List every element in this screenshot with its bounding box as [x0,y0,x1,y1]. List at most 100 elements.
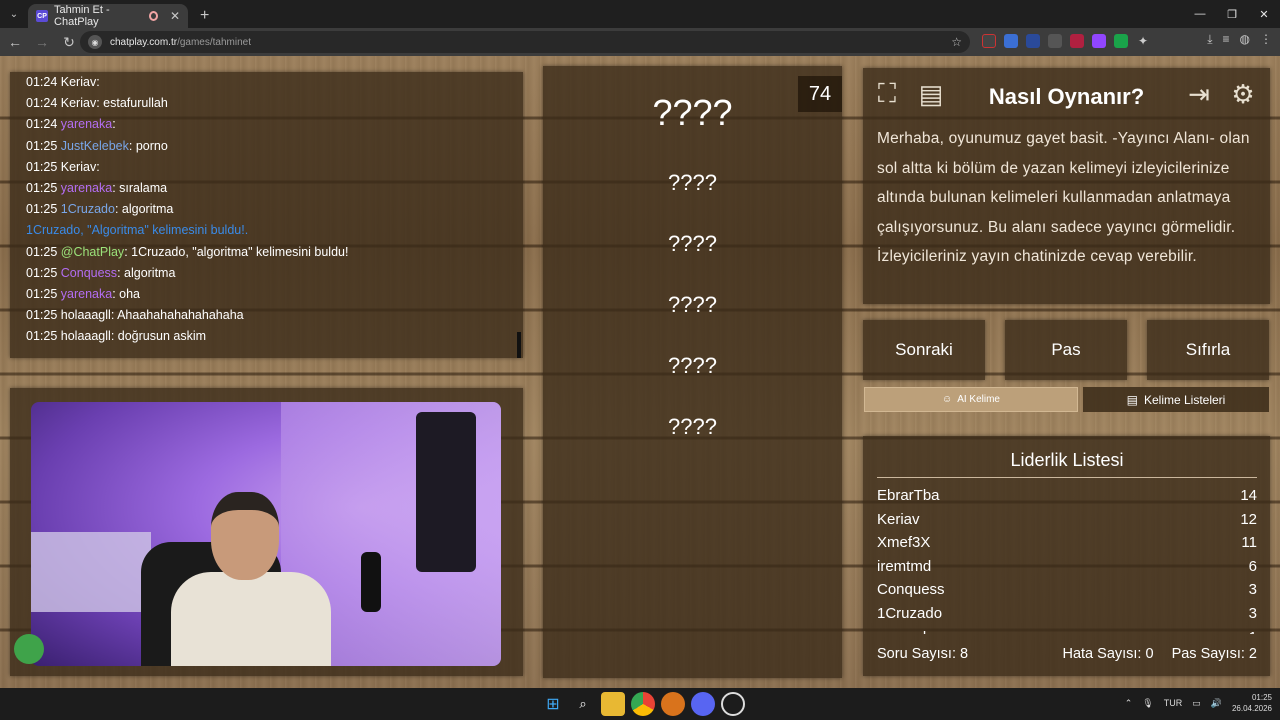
chat-time: 01:25 [26,265,58,280]
word-lists-button[interactable]: ▤ Kelime Listeleri [1083,387,1269,412]
leaderboard-list[interactable]: EbrarTba 14 Keriav 12 Xmef3X 11 iremtmd 6 Conque… [877,484,1257,634]
twitch-icon[interactable] [1092,34,1106,48]
chat-username[interactable]: yarenaka [61,287,112,301]
logout-icon[interactable]: ⇥ [1183,78,1215,110]
chat-text: estafurullah [103,96,168,111]
extension-icon[interactable] [1114,34,1128,48]
chat-username[interactable]: Keriav [61,160,96,174]
game-page: 01:24 Keriav: 01:24 Keriav: estafurullah… [0,56,1280,688]
pass-button[interactable]: Pas [1005,320,1127,380]
current-word: ???? [652,92,733,133]
player-name: Conquess [877,581,945,599]
chat-username[interactable]: JustKelebek [61,139,129,153]
minimize-icon[interactable]: — [1184,0,1216,28]
windows-start-icon[interactable]: ⊞ [541,692,565,716]
app-icon[interactable] [661,692,685,716]
word-column: 74 ???? ???? ???? ???? ???? ???? [543,66,842,678]
chat-username[interactable]: holaaagll [61,308,111,322]
chat-message: 01:25 @ChatPlay: 1Cruzado, "algoritma" k… [26,244,349,259]
next-button[interactable]: Sonraki [863,320,985,380]
url-text: chatplay.com.tr/games/tahminet [110,36,251,48]
leaderboard-row: Xmef3X 11 [877,531,1257,555]
close-tab-icon[interactable]: ✕ [170,9,180,23]
chat-username[interactable]: @ChatPlay [61,245,124,259]
player-name: iremtmd [877,557,932,575]
chat-text: Ahaahahahahahahaha [117,308,244,323]
window-controls: — ❐ ✕ [1184,0,1280,28]
address-bar[interactable]: ◉ chatplay.com.tr/games/tahminet ☆ [80,31,970,53]
site-info-icon[interactable]: ◉ [88,35,102,49]
language-indicator[interactable]: TUR [1164,698,1183,708]
network-icon[interactable]: ▭ [1192,698,1201,709]
player-score: 14 [1240,487,1257,504]
browser-tab[interactable]: CP Tahmin Et - ChatPlay ✕ [28,4,188,28]
forward-icon[interactable]: → [30,30,54,54]
extension-icon[interactable] [1026,34,1040,48]
hidden-word: ???? [668,292,717,317]
chat-time: 01:24 [26,75,58,89]
extension-icon[interactable] [982,34,996,48]
chat-message: 1Cruzado, "Algoritma" kelimesini buldu!. [26,220,507,241]
close-window-icon[interactable]: ✕ [1248,0,1280,28]
chat-username[interactable]: Keriav [61,96,96,110]
chat-time: 01:24 [26,117,58,132]
chrome-icon[interactable] [631,692,655,716]
hidden-word: ???? [668,170,717,195]
leaderboard-stats: Soru Sayısı: 8 Hata Sayısı: 0 Pas Sayısı… [877,646,1257,662]
chat-username[interactable]: Conquess [61,266,117,280]
translate-icon[interactable] [1004,34,1018,48]
chat-message: 01:25 holaaagll: doğrusun askim [26,329,207,344]
clock-date: 26.04.2026 [1231,704,1272,713]
how-to-play-text: Merhaba, oyunumuz gayet basit. -Yayıncı … [877,130,1250,265]
question-count: Soru Sayısı: 8 [877,646,969,662]
new-tab-icon[interactable]: + [200,4,209,28]
chat-username[interactable]: Keriav [61,75,96,89]
chatplay-favicon-icon: CP [36,10,49,22]
webcam-video [31,402,501,666]
back-icon[interactable]: ← [3,30,27,54]
puzzle-icon[interactable]: ✦ [1136,34,1150,48]
chat-time: 01:25 [26,180,58,195]
chat-username[interactable]: yarenaka [61,181,112,195]
tray-chevron-icon[interactable]: ⌃ [1125,698,1133,709]
pass-count: Pas Sayısı: 2 [1171,646,1257,662]
obs-icon[interactable] [721,692,745,716]
discord-icon[interactable] [691,692,715,716]
volume-icon[interactable]: 🔊 [1211,698,1222,709]
windows-taskbar: ⊞ ⌕ ⌃ 🎙 TUR ▭ 🔊 01:25 26.04.2026 [0,688,1280,720]
download-helper-icon[interactable] [1048,34,1062,48]
streamer-camera-panel [10,388,523,676]
tab-search-icon[interactable]: ⌄ [0,0,28,28]
reset-button[interactable]: Sıfırla [1147,320,1269,380]
menu-icon[interactable]: ⋮ [1260,32,1272,47]
chat-username[interactable]: 1Cruzado [61,202,115,216]
toolbar-right: ⤓ ≡ ◍ ⋮ [1207,32,1272,47]
microphone-icon[interactable]: 🎙 [1142,698,1153,709]
extension-icon[interactable] [1070,34,1084,48]
notebook-icon: ▤ [1126,392,1138,407]
how-to-play-panel: ⛶ ▤ Nasıl Oynanır? ⇥ ⚙ Merhaba, oyunumuz… [863,68,1270,304]
leaderboard-title: Liderlik Listesi [877,450,1257,478]
player-name: Keriav [877,510,920,528]
profile-avatar-icon[interactable]: ◍ [1240,32,1250,47]
chat-message: 01:25 1Cruzado: algoritma [26,202,174,217]
player-score: 3 [1248,581,1257,599]
clock[interactable]: 01:25 26.04.2026 [1232,692,1272,714]
stream-badge-icon [14,634,44,664]
hidden-word: ???? [668,353,717,378]
ai-word-button[interactable]: ☺ AI Kelime [864,387,1078,412]
chat-message: 01:25 Keriav: [26,159,100,174]
reload-icon[interactable]: ↻ [57,30,81,54]
leaderboard-row: Keriav 12 [877,508,1257,532]
maximize-icon[interactable]: ❐ [1216,0,1248,28]
downloads-icon[interactable]: ⤓ [1207,32,1212,47]
chat-scrollbar[interactable] [517,332,521,358]
settings-gear-icon[interactable]: ⚙ [1227,78,1259,110]
bookmark-star-icon[interactable]: ☆ [951,35,962,49]
chat-username[interactable]: yarenaka [61,117,112,131]
file-explorer-icon[interactable] [601,692,625,716]
chat-username[interactable]: holaaagll [61,329,111,343]
reading-list-icon[interactable]: ≡ [1223,32,1230,47]
search-icon[interactable]: ⌕ [571,692,595,716]
chat-message: 01:24 Keriav: [26,75,100,89]
